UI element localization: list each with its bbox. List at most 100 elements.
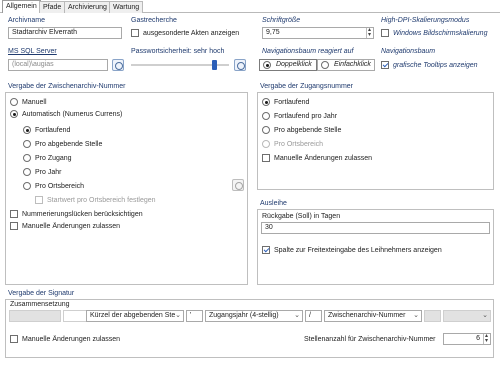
za-fortlaufend-label: Fortlaufend: [35, 126, 71, 134]
chevron-down-icon: ⌄: [175, 312, 181, 319]
za-pro-ortsbereich-radio[interactable]: Pro Ortsbereich: [23, 182, 84, 190]
sql-server-settings-icon[interactable]: [112, 59, 124, 71]
signatur-dropdown-disabled: ⌄: [443, 310, 491, 322]
passwortsicherheit-slider-thumb[interactable]: [211, 60, 217, 70]
rueckgabe-label: Rückgabe (Soll) in Tagen: [262, 213, 341, 220]
spinner-arrows-icon[interactable]: [483, 334, 490, 344]
passwortsicherheit-label: Passwortsicherheit: sehr hoch: [131, 48, 225, 55]
signatur-separator-1[interactable]: ': [186, 310, 203, 322]
schriftgroesse-spinner[interactable]: 9,75: [262, 27, 374, 39]
gastrecherche-label: Gastrecherche: [131, 17, 177, 24]
tab-pfade[interactable]: Pfade: [39, 1, 66, 13]
windows-bildschirmskalierung-checkbox[interactable]: Windows Bildschirmskalierung: [381, 29, 487, 37]
grafische-tooltips-box[interactable]: [381, 61, 389, 69]
za-pro-abgebende-stelle-radio[interactable]: Pro abgebende Stelle: [23, 140, 102, 148]
zn-fortlaufend-pro-jahr-radio[interactable]: Fortlaufend pro Jahr: [262, 112, 337, 120]
za-pro-jahr-label: Pro Jahr: [35, 168, 62, 176]
zwischenarchiv-group: Manuell Automatisch (Numerus Currens) Fo…: [5, 92, 248, 285]
navigationsbaum-label: Navigationsbaum: [381, 48, 436, 55]
archivname-input[interactable]: Stadtarchiv Elverrath: [8, 27, 122, 39]
tab-wartung[interactable]: Wartung: [109, 1, 144, 13]
spalte-freitext-checkbox[interactable]: Spalte zur Freitexteingabe des Leihnehme…: [262, 246, 442, 254]
za-pro-zugang-radio[interactable]: Pro Zugang: [23, 154, 72, 162]
za-manuelle-aenderungen-box[interactable]: [10, 222, 18, 230]
zn-pro-ortsbereich-label: Pro Ortsbereich: [274, 140, 324, 148]
ortsbereich-settings-icon[interactable]: [232, 179, 244, 191]
signatur-dropdown-zugangsjahr-value: Zugangsjahr (4-stellig): [209, 312, 279, 319]
sql-server-label[interactable]: MS SQL Server: [8, 48, 57, 55]
sig-manuelle-aenderungen-box[interactable]: [10, 335, 18, 343]
ausgesonderte-akten-label: ausgesonderte Akten anzeigen: [143, 29, 240, 37]
zn-pro-ortsbereich-radio-dot[interactable]: [262, 140, 270, 148]
za-automatisch-label: Automatisch (Numerus Currens): [22, 110, 123, 118]
spalte-freitext-box[interactable]: [262, 246, 270, 254]
archivname-label: Archivname: [8, 17, 45, 24]
za-luecken-box[interactable]: [10, 210, 18, 218]
doppelklick-label: Doppelklick: [275, 61, 312, 68]
zn-manuelle-aenderungen-box[interactable]: [262, 154, 270, 162]
zn-pro-abgebende-stelle-radio[interactable]: Pro abgebende Stelle: [262, 126, 341, 134]
ausgesonderte-akten-checkbox[interactable]: ausgesonderte Akten anzeigen: [131, 29, 239, 37]
windows-bildschirmskalierung-box[interactable]: [381, 29, 389, 37]
za-startwert-label: Startwert pro Ortsbereich festlegen: [47, 196, 156, 204]
za-manuelle-aenderungen-label: Manuelle Änderungen zulassen: [22, 222, 121, 230]
tab-bar: Allgemein Pfade Archivierung Wartung: [0, 0, 500, 13]
za-manuell-radio[interactable]: Manuell: [10, 98, 47, 106]
za-startwert-checkbox[interactable]: Startwert pro Ortsbereich festlegen: [35, 196, 156, 204]
zn-fortlaufend-pro-jahr-radio-dot[interactable]: [262, 112, 270, 120]
chevron-down-icon: ⌄: [482, 312, 488, 319]
za-pro-abgebende-stelle-radio-dot[interactable]: [23, 140, 31, 148]
schriftgroesse-label: Schriftgröße: [262, 17, 301, 24]
stellenanzahl-label: Stellenanzahl für Zwischenarchiv-Nummer: [304, 336, 436, 343]
za-pro-ortsbereich-radio-dot[interactable]: [23, 182, 31, 190]
za-manuell-radio-dot[interactable]: [10, 98, 18, 106]
stellenanzahl-value: 6: [476, 335, 480, 342]
zn-pro-abgebende-stelle-radio-dot[interactable]: [262, 126, 270, 134]
za-luecken-checkbox[interactable]: Nummerierungslücken berücksichtigen: [10, 210, 143, 218]
chevron-down-icon: ⌄: [294, 312, 300, 319]
zn-pro-ortsbereich-radio[interactable]: Pro Ortsbereich: [262, 140, 323, 148]
zn-fortlaufend-radio[interactable]: Fortlaufend: [262, 98, 309, 106]
sql-server-input[interactable]: (local)\augias: [8, 59, 108, 71]
signatur-dropdown-abgebende-stelle[interactable]: Kürzel der abgebenden Ste ⌄: [86, 310, 184, 322]
tab-archivierung[interactable]: Archivierung: [64, 1, 111, 13]
spalte-freitext-label: Spalte zur Freitexteingabe des Leihnehme…: [274, 246, 442, 254]
za-fortlaufend-radio-dot[interactable]: [23, 126, 31, 134]
signatur-sep-empty[interactable]: [63, 310, 87, 322]
signatur-dropdown-abgebende-stelle-value: Kürzel der abgebenden Ste: [90, 312, 176, 319]
ausleihe-title: Ausleihe: [260, 200, 287, 207]
za-automatisch-radio[interactable]: Automatisch (Numerus Currens): [10, 110, 122, 118]
schriftgroesse-value: 9,75: [266, 29, 280, 36]
ausgesonderte-akten-box[interactable]: [131, 29, 139, 37]
zn-manuelle-aenderungen-label: Manuelle Änderungen zulassen: [274, 154, 373, 162]
zn-manuelle-aenderungen-checkbox[interactable]: Manuelle Änderungen zulassen: [262, 154, 372, 162]
signatur-dropdown-zugangsjahr[interactable]: Zugangsjahr (4-stellig) ⌄: [205, 310, 303, 322]
rueckgabe-input[interactable]: 30: [261, 222, 490, 234]
za-automatisch-radio-dot[interactable]: [10, 110, 18, 118]
tab-allgemein[interactable]: Allgemein: [2, 0, 41, 13]
za-fortlaufend-radio[interactable]: Fortlaufend: [23, 126, 70, 134]
grafische-tooltips-checkbox[interactable]: grafische Tooltips anzeigen: [381, 61, 478, 69]
za-pro-jahr-radio[interactable]: Pro Jahr: [23, 168, 61, 176]
passwortsicherheit-settings-icon[interactable]: [234, 59, 246, 71]
signatur-part-disabled-1: [9, 310, 61, 322]
doppelklick-radio[interactable]: Doppelklick: [259, 59, 317, 71]
signatur-separator-3: [424, 310, 441, 322]
sig-manuelle-aenderungen-label: Manuelle Änderungen zulassen: [22, 335, 121, 343]
za-luecken-label: Nummerierungslücken berücksichtigen: [22, 210, 143, 218]
za-startwert-box[interactable]: [35, 196, 43, 204]
doppelklick-radio-dot[interactable]: [263, 61, 271, 69]
za-manuelle-aenderungen-checkbox[interactable]: Manuelle Änderungen zulassen: [10, 222, 120, 230]
einfachklick-radio[interactable]: Einfachklick: [317, 59, 375, 71]
za-pro-zugang-radio-dot[interactable]: [23, 154, 31, 162]
zn-pro-abgebende-stelle-label: Pro abgebende Stelle: [274, 126, 342, 134]
stellenanzahl-spinner[interactable]: 6: [443, 333, 491, 345]
spinner-arrows-icon[interactable]: [366, 28, 373, 38]
sig-manuelle-aenderungen-checkbox[interactable]: Manuelle Änderungen zulassen: [10, 335, 120, 343]
signatur-dropdown-zwischenarchiv[interactable]: Zwischenarchiv-Nummer ⌄: [324, 310, 422, 322]
zn-fortlaufend-radio-dot[interactable]: [262, 98, 270, 106]
einfachklick-radio-dot[interactable]: [321, 61, 329, 69]
signatur-separator-2[interactable]: /: [305, 310, 322, 322]
navtree-react-label: Navigationsbaum reagiert auf: [262, 48, 354, 55]
za-pro-jahr-radio-dot[interactable]: [23, 168, 31, 176]
